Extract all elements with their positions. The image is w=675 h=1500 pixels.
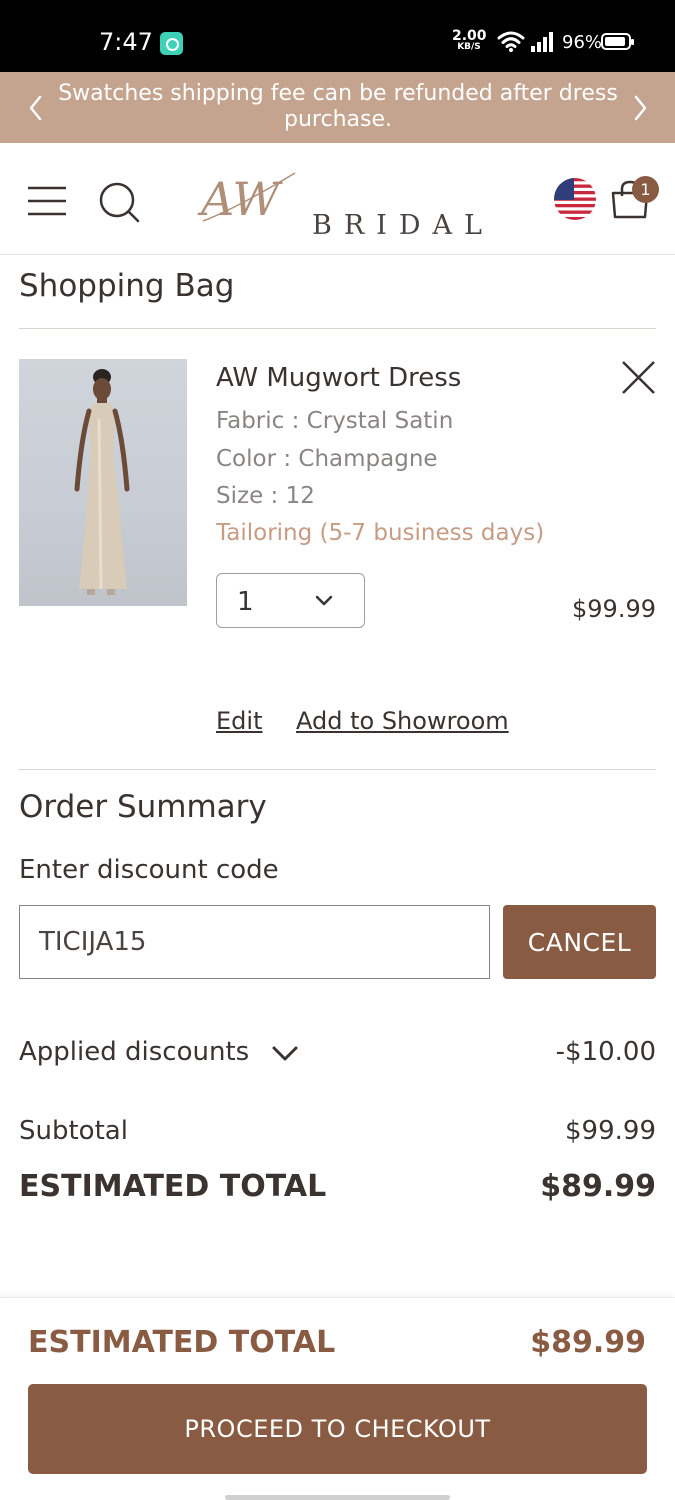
shopping-bag-title: Shopping Bag bbox=[19, 268, 235, 304]
product-name[interactable]: AW Mugwort Dress bbox=[216, 363, 461, 393]
discount-code-input[interactable] bbox=[19, 905, 490, 979]
estimated-total-label: ESTIMATED TOTAL bbox=[19, 1169, 327, 1204]
notification-app-icon bbox=[160, 32, 183, 55]
network-speed-value: 2.00 bbox=[452, 28, 487, 44]
footer-estimated-total-value: $89.99 bbox=[530, 1325, 646, 1360]
chevron-right-icon[interactable] bbox=[627, 94, 653, 122]
us-flag-icon[interactable] bbox=[554, 178, 596, 220]
divider bbox=[19, 769, 656, 770]
quantity-value: 1 bbox=[237, 587, 254, 617]
search-icon[interactable] bbox=[97, 180, 141, 224]
product-image[interactable] bbox=[19, 359, 187, 606]
edit-link[interactable]: Edit bbox=[216, 707, 262, 735]
menu-icon[interactable] bbox=[26, 184, 68, 218]
cart-count-badge: 1 bbox=[632, 176, 659, 203]
home-indicator[interactable] bbox=[225, 1495, 450, 1500]
status-time: 7:47 bbox=[99, 28, 153, 56]
add-to-showroom-link[interactable]: Add to Showroom bbox=[296, 707, 509, 735]
wifi-icon bbox=[497, 31, 525, 52]
site-header: AW BRIDAL 1 bbox=[0, 143, 675, 255]
subtotal-label: Subtotal bbox=[19, 1116, 128, 1146]
dress-model-illustration bbox=[74, 369, 130, 595]
product-size: Size : 12 bbox=[216, 483, 315, 509]
divider bbox=[19, 328, 656, 329]
checkout-footer: ESTIMATED TOTAL $89.99 PROCEED TO CHECKO… bbox=[0, 1297, 675, 1500]
cancel-discount-button[interactable]: CANCEL bbox=[503, 905, 656, 979]
brand-logo[interactable]: AW BRIDAL bbox=[195, 165, 482, 241]
applied-discounts-label[interactable]: Applied discounts bbox=[19, 1037, 249, 1067]
logo-text: BRIDAL bbox=[312, 210, 494, 241]
product-fabric: Fabric : Crystal Satin bbox=[216, 408, 454, 434]
chevron-left-icon[interactable] bbox=[23, 94, 49, 122]
proceed-to-checkout-button[interactable]: PROCEED TO CHECKOUT bbox=[28, 1384, 647, 1474]
promo-banner: Swatches shipping fee can be refunded af… bbox=[0, 72, 675, 143]
chevron-down-icon[interactable] bbox=[271, 1043, 299, 1065]
network-speed: 2.00 KB/S bbox=[452, 28, 487, 52]
battery-icon bbox=[601, 33, 634, 50]
quantity-select[interactable]: 1 bbox=[216, 573, 365, 628]
subtotal-value: $99.99 bbox=[565, 1116, 656, 1146]
promo-text: Swatches shipping fee can be refunded af… bbox=[58, 81, 618, 132]
chevron-down-icon bbox=[315, 595, 333, 606]
product-tailoring: Tailoring (5-7 business days) bbox=[216, 520, 545, 546]
status-bar: 7:47 2.00 KB/S 96% bbox=[0, 0, 675, 72]
estimated-total-value: $89.99 bbox=[540, 1169, 656, 1204]
footer-estimated-total-label: ESTIMATED TOTAL bbox=[28, 1325, 336, 1360]
logo-monogram: AW bbox=[197, 172, 296, 226]
close-icon[interactable] bbox=[620, 359, 657, 396]
signal-icon bbox=[531, 32, 553, 52]
discount-code-label: Enter discount code bbox=[19, 855, 279, 885]
applied-discounts-value: -$10.00 bbox=[555, 1037, 656, 1067]
network-speed-unit: KB/S bbox=[457, 42, 481, 52]
product-price: $99.99 bbox=[572, 595, 656, 623]
battery-percent: 96% bbox=[562, 32, 603, 53]
product-color: Color : Champagne bbox=[216, 446, 438, 472]
order-summary-title: Order Summary bbox=[19, 789, 267, 825]
